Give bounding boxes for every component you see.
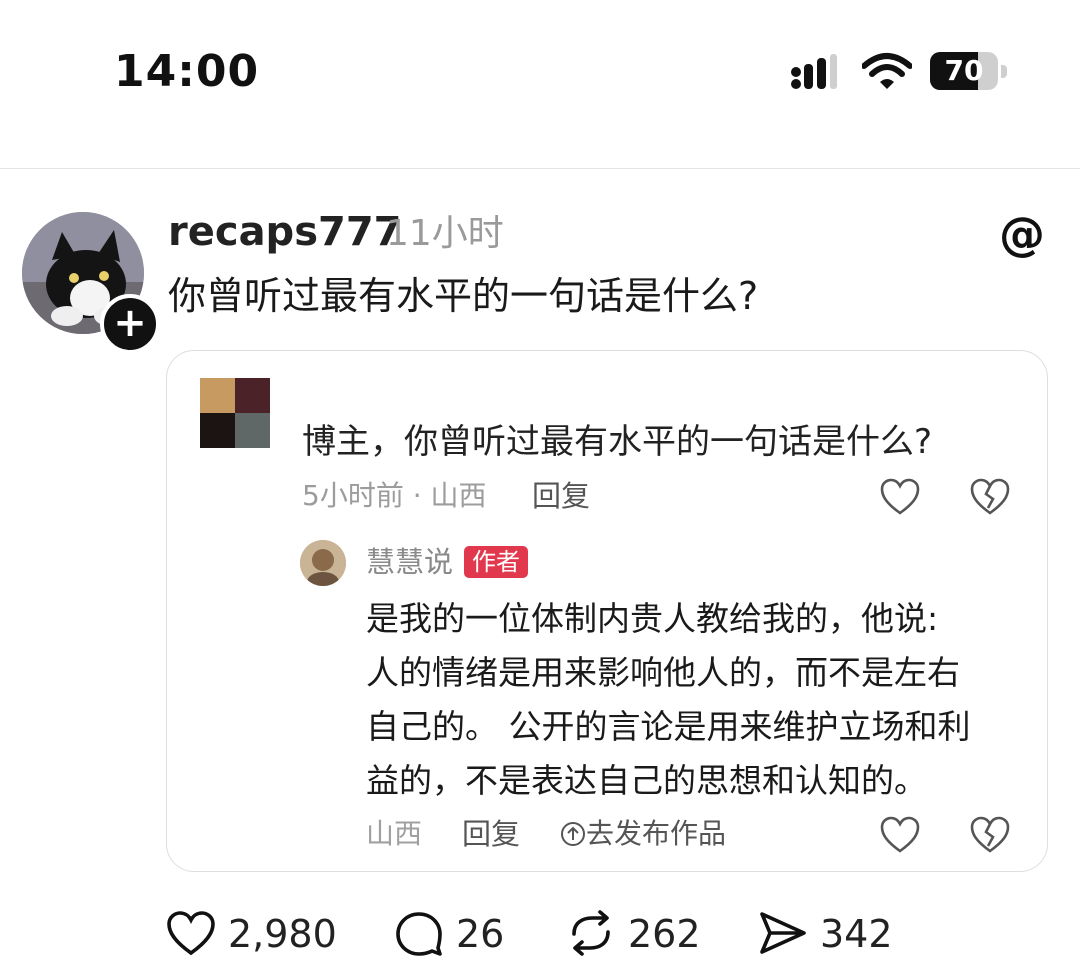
post-time: 11小时 [386,213,504,254]
reply-author-avatar [300,540,346,586]
avatar-tile [200,378,235,413]
battery-percent: 70 [944,54,984,87]
share-icon [760,912,806,954]
wifi-icon [862,53,912,89]
heart-icon[interactable] [880,816,920,854]
commenter-avatar [200,378,270,448]
like-count: 2,980 [228,912,337,956]
publish-work-link[interactable]: 去发布作品 [560,812,726,856]
avatar-tile [200,413,235,448]
avatar-tile [235,378,270,413]
reply-line: 益的，不是表达自己的思想和认知的。 [366,761,927,800]
repost-icon [572,910,610,956]
battery-icon: 70 [930,52,1008,92]
heart-icon[interactable] [880,478,920,516]
reply-location: 山西 [366,817,423,850]
heart-icon [167,911,215,956]
reply-line: 人的情绪是用来影响他人的，而不是左右 [366,653,960,692]
comment-count: 26 [456,912,505,956]
comment-meta: 5小时前 · 山西 [302,479,487,512]
reply-author-name[interactable]: 慧慧说 [366,540,453,584]
follow-button[interactable]: + [100,294,160,354]
author-badge: 作者 [464,546,528,578]
upload-icon [561,822,585,846]
status-time: 14:00 [114,46,260,97]
reply-reply-button[interactable]: 回复 [462,812,520,856]
header-divider [0,168,1080,169]
avatar-tile [235,413,270,448]
share-count: 342 [820,912,893,956]
broken-heart-icon[interactable] [970,478,1010,516]
comment-icon [396,912,442,956]
post-username[interactable]: recaps777 [168,208,402,256]
reply-line: 是我的一位体制内贵人教给我的，他说: [366,599,939,638]
publish-work-label: 去发布作品 [586,817,727,850]
signal-icon [791,54,837,89]
broken-heart-icon[interactable] [970,816,1010,854]
comment-text: 博主，你曾听过最有水平的一句话是什么? [302,422,933,462]
reply-line: 自己的。 公开的言论是用来维护立场和利 [366,707,971,746]
comment-reply-button[interactable]: 回复 [532,474,590,518]
repost-count: 262 [628,912,701,956]
threads-logo-icon[interactable]: @ [998,210,1046,258]
reply-body: 是我的一位体制内贵人教给我的，他说: 人的情绪是用来影响他人的，而不是左右 自己… [366,592,1006,808]
post-text: 你曾听过最有水平的一句话是什么? [168,274,759,318]
